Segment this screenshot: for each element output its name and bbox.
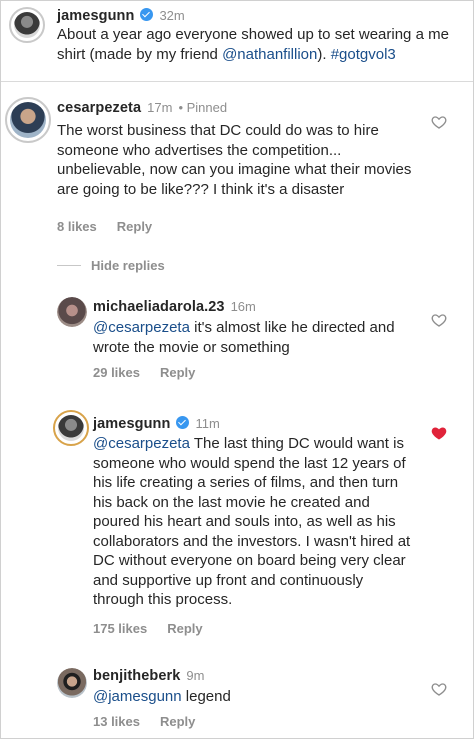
reply-text: @cesarpezeta it's almost like he directe… (93, 318, 413, 357)
avatar[interactable] (57, 668, 87, 698)
comments-screenshot: jamesgunn 32m About a year ago everyone … (0, 0, 474, 739)
comment-username[interactable]: cesarpezeta (57, 100, 141, 116)
pinned-label: • Pinned (178, 100, 228, 115)
reply-mention[interactable]: @cesarpezeta (93, 435, 190, 452)
reply-text: @jamesgunn legend (93, 687, 413, 707)
hide-replies-line (57, 265, 81, 266)
heart-outline-icon[interactable] (431, 114, 447, 130)
post-username[interactable]: jamesgunn (57, 8, 134, 24)
likes-count[interactable]: 8 likes (57, 219, 97, 234)
avatar[interactable] (53, 410, 89, 446)
hide-replies-toggle[interactable]: Hide replies (57, 258, 165, 273)
verified-badge-icon (176, 416, 190, 429)
reply-button[interactable]: Reply (160, 714, 195, 729)
reply-username[interactable]: jamesgunn (93, 416, 170, 432)
divider (1, 81, 473, 82)
reply-username[interactable]: michaeliadarola.23 (93, 299, 225, 315)
reply-username[interactable]: benjitheberk (93, 668, 180, 684)
post-time: 32m (159, 8, 185, 23)
reply-text: @cesarpezeta The last thing DC would wan… (93, 434, 415, 610)
reply-time: 16m (230, 299, 256, 314)
comment-text: The worst business that DC could do was … (57, 122, 412, 198)
verified-badge-icon (140, 8, 154, 21)
post-text: About a year ago everyone showed up to s… (57, 25, 471, 64)
likes-count[interactable]: 175 likes (93, 621, 147, 636)
reply-button[interactable]: Reply (117, 219, 152, 234)
reply-time: 11m (195, 416, 220, 431)
reply-text-body: The last thing DC would want is someone … (93, 435, 411, 608)
reply-text-body: legend (181, 688, 231, 705)
heart-outline-icon[interactable] (431, 681, 447, 697)
comment-time: 17m (147, 100, 173, 115)
reply-button[interactable]: Reply (167, 621, 202, 636)
hide-replies-label[interactable]: Hide replies (91, 258, 165, 273)
reply-button[interactable]: Reply (160, 365, 195, 380)
post-mention[interactable]: @nathanfillion (222, 46, 317, 63)
reply-mention[interactable]: @cesarpezeta (93, 319, 190, 336)
heart-filled-icon[interactable] (431, 425, 447, 441)
avatar[interactable] (57, 297, 87, 327)
heart-outline-icon[interactable] (431, 312, 447, 328)
likes-count[interactable]: 13 likes (93, 714, 140, 729)
post-text-b: ). (317, 45, 331, 63)
reply-time: 9m (186, 668, 205, 683)
avatar[interactable] (5, 97, 51, 143)
reply-mention[interactable]: @jamesgunn (93, 688, 182, 705)
likes-count[interactable]: 29 likes (93, 365, 140, 380)
avatar[interactable] (9, 7, 45, 43)
post-hashtag[interactable]: #gotgvol3 (331, 46, 396, 63)
